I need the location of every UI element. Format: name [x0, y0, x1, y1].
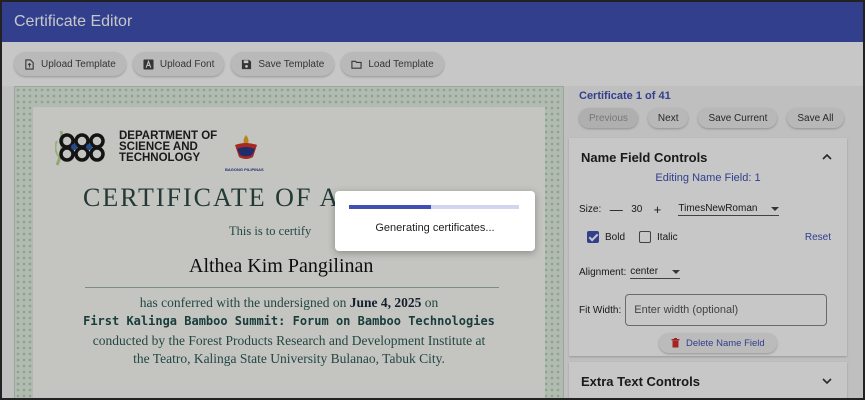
progress-bar-fill: [349, 205, 431, 209]
progress-bar: [349, 205, 519, 209]
progress-dialog: Generating certificates...: [335, 191, 535, 251]
progress-message: Generating certificates...: [375, 222, 495, 234]
app-window: Certificate Editor Upload Template Uploa…: [0, 0, 865, 400]
